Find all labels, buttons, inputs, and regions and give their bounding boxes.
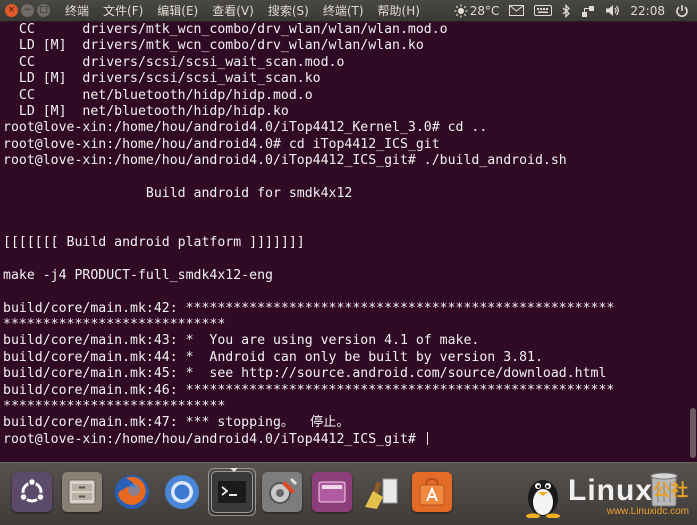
watermark-suffix: 公社 (653, 481, 689, 500)
terminal-line: CC drivers/mtk_wcn_combo/drv_wlan/wlan/w… (3, 22, 448, 37)
terminal-line: build/core/main.mk:47: *** stopping。 停止。 (3, 415, 350, 431)
weather-sun-icon (454, 4, 468, 17)
launcher-terminal[interactable] (208, 468, 256, 516)
launcher-cleaner[interactable] (358, 468, 406, 516)
terminal-scrollbar[interactable] (690, 28, 696, 458)
clock[interactable]: 22:08 (630, 4, 665, 18)
menu-bar: 终端 文件(F) 编辑(E) 查看(V) 搜索(S) 终端(T) 帮助(H) (58, 2, 427, 19)
watermark-text: Linux公社 www.Linuxidc.com (568, 476, 689, 518)
terminal-output[interactable]: CC drivers/mtk_wcn_combo/drv_wlan/wlan/w… (0, 22, 697, 462)
terminal-line: CC drivers/scsi/scsi_wait_scan.mod.o (3, 54, 345, 70)
terminal-line: LD [M] net/bluetooth/hidp/hidp.ko (3, 103, 289, 119)
scrollbar-thumb[interactable] (690, 408, 696, 458)
volume-icon[interactable] (605, 4, 620, 17)
tux-penguin-icon (522, 472, 564, 519)
software-center-icon (412, 472, 452, 512)
launcher-ubuntu-dash[interactable] (8, 468, 56, 516)
weather-temperature: 28°C (469, 3, 500, 18)
launcher-software-center[interactable] (408, 468, 456, 516)
active-window-arrow (230, 468, 238, 472)
terminal-prompt-line[interactable]: root@love-xin:/home/hou/android4.0/iTop4… (0, 431, 697, 448)
text-cursor (426, 431, 428, 445)
terminal-line: Build android for smdk4x12 (3, 185, 353, 201)
terminal-line: root@love-xin:/home/hou/android4.0# cd i… (3, 136, 440, 152)
weather-indicator[interactable]: 28°C (454, 3, 500, 18)
chromium-icon (162, 472, 202, 512)
launcher-chromium[interactable] (158, 468, 206, 516)
network-icon[interactable] (581, 4, 595, 18)
terminal-line: LD [M] drivers/scsi/scsi_wait_scan.ko (3, 71, 321, 87)
power-icon[interactable] (675, 4, 689, 18)
workspaces-icon (312, 472, 352, 512)
settings-icon (262, 472, 302, 512)
indicator-area: 28°C 22:08 (454, 3, 697, 18)
terminal-line: root@love-xin:/home/hou/android4.0/iTop4… (3, 120, 488, 136)
menu-terminal[interactable]: 终端(T) (316, 2, 371, 19)
terminal-line: build/core/main.mk:45: * see http://sour… (3, 366, 607, 382)
terminal-line: LD [M] drivers/mtk_wcn_combo/drv_wlan/wl… (3, 38, 424, 54)
menu-view[interactable]: 查看(V) (205, 2, 261, 19)
terminal-icon (211, 471, 253, 513)
bluetooth-icon[interactable] (562, 3, 571, 18)
ubuntu-logo-icon (12, 472, 52, 512)
watermark-url: www.Linuxidc.com (606, 506, 689, 517)
menu-search[interactable]: 搜索(S) (261, 2, 316, 19)
window-controls: × − □ (5, 4, 50, 17)
menu-help[interactable]: 帮助(H) (371, 2, 427, 19)
menu-edit[interactable]: 编辑(E) (150, 2, 205, 19)
terminal-line: root@love-xin:/home/hou/android4.0/iTop4… (3, 153, 567, 169)
minimize-button[interactable]: − (21, 4, 34, 17)
terminal-line: build/core/main.mk:46: *****************… (3, 382, 615, 398)
keyboard-icon[interactable] (534, 5, 553, 16)
terminal-line: [[[[[[[ Build android platform ]]]]]]] (3, 235, 305, 251)
watermark-brand: Linux (568, 474, 653, 507)
top-panel: × − □ 终端 文件(F) 编辑(E) 查看(V) 搜索(S) 终端(T) 帮… (0, 0, 697, 22)
menu-file[interactable]: 文件(F) (96, 2, 150, 19)
app-title: 终端 (65, 4, 90, 18)
file-cabinet-icon (62, 472, 102, 512)
mail-icon[interactable] (509, 5, 525, 16)
watermark-title: Linux公社 (568, 476, 689, 506)
close-button[interactable]: × (5, 4, 18, 17)
terminal-line: CC net/bluetooth/hidp/hidp.mod.o (3, 87, 313, 103)
terminal-line: build/core/main.mk:43: * You are using v… (3, 333, 480, 349)
terminal-line: **************************** (3, 398, 226, 414)
terminal-line: make -j4 PRODUCT-full_smdk4x12-eng (3, 267, 273, 283)
firefox-icon (112, 472, 152, 512)
launcher-workspace-switcher[interactable] (308, 468, 356, 516)
terminal-line: **************************** (3, 317, 226, 333)
terminal-line: build/core/main.mk:42: *****************… (3, 300, 615, 316)
launcher-system-settings[interactable] (258, 468, 306, 516)
launcher-files[interactable] (58, 468, 106, 516)
terminal-line: build/core/main.mk:44: * Android can onl… (3, 349, 543, 365)
watermark-logo: Linux公社 www.Linuxidc.com (522, 472, 689, 519)
terminal-prompt: root@love-xin:/home/hou/android4.0/iTop4… (3, 431, 424, 447)
launcher-firefox[interactable] (108, 468, 156, 516)
maximize-button[interactable]: □ (37, 4, 50, 17)
broom-icon (362, 472, 402, 512)
